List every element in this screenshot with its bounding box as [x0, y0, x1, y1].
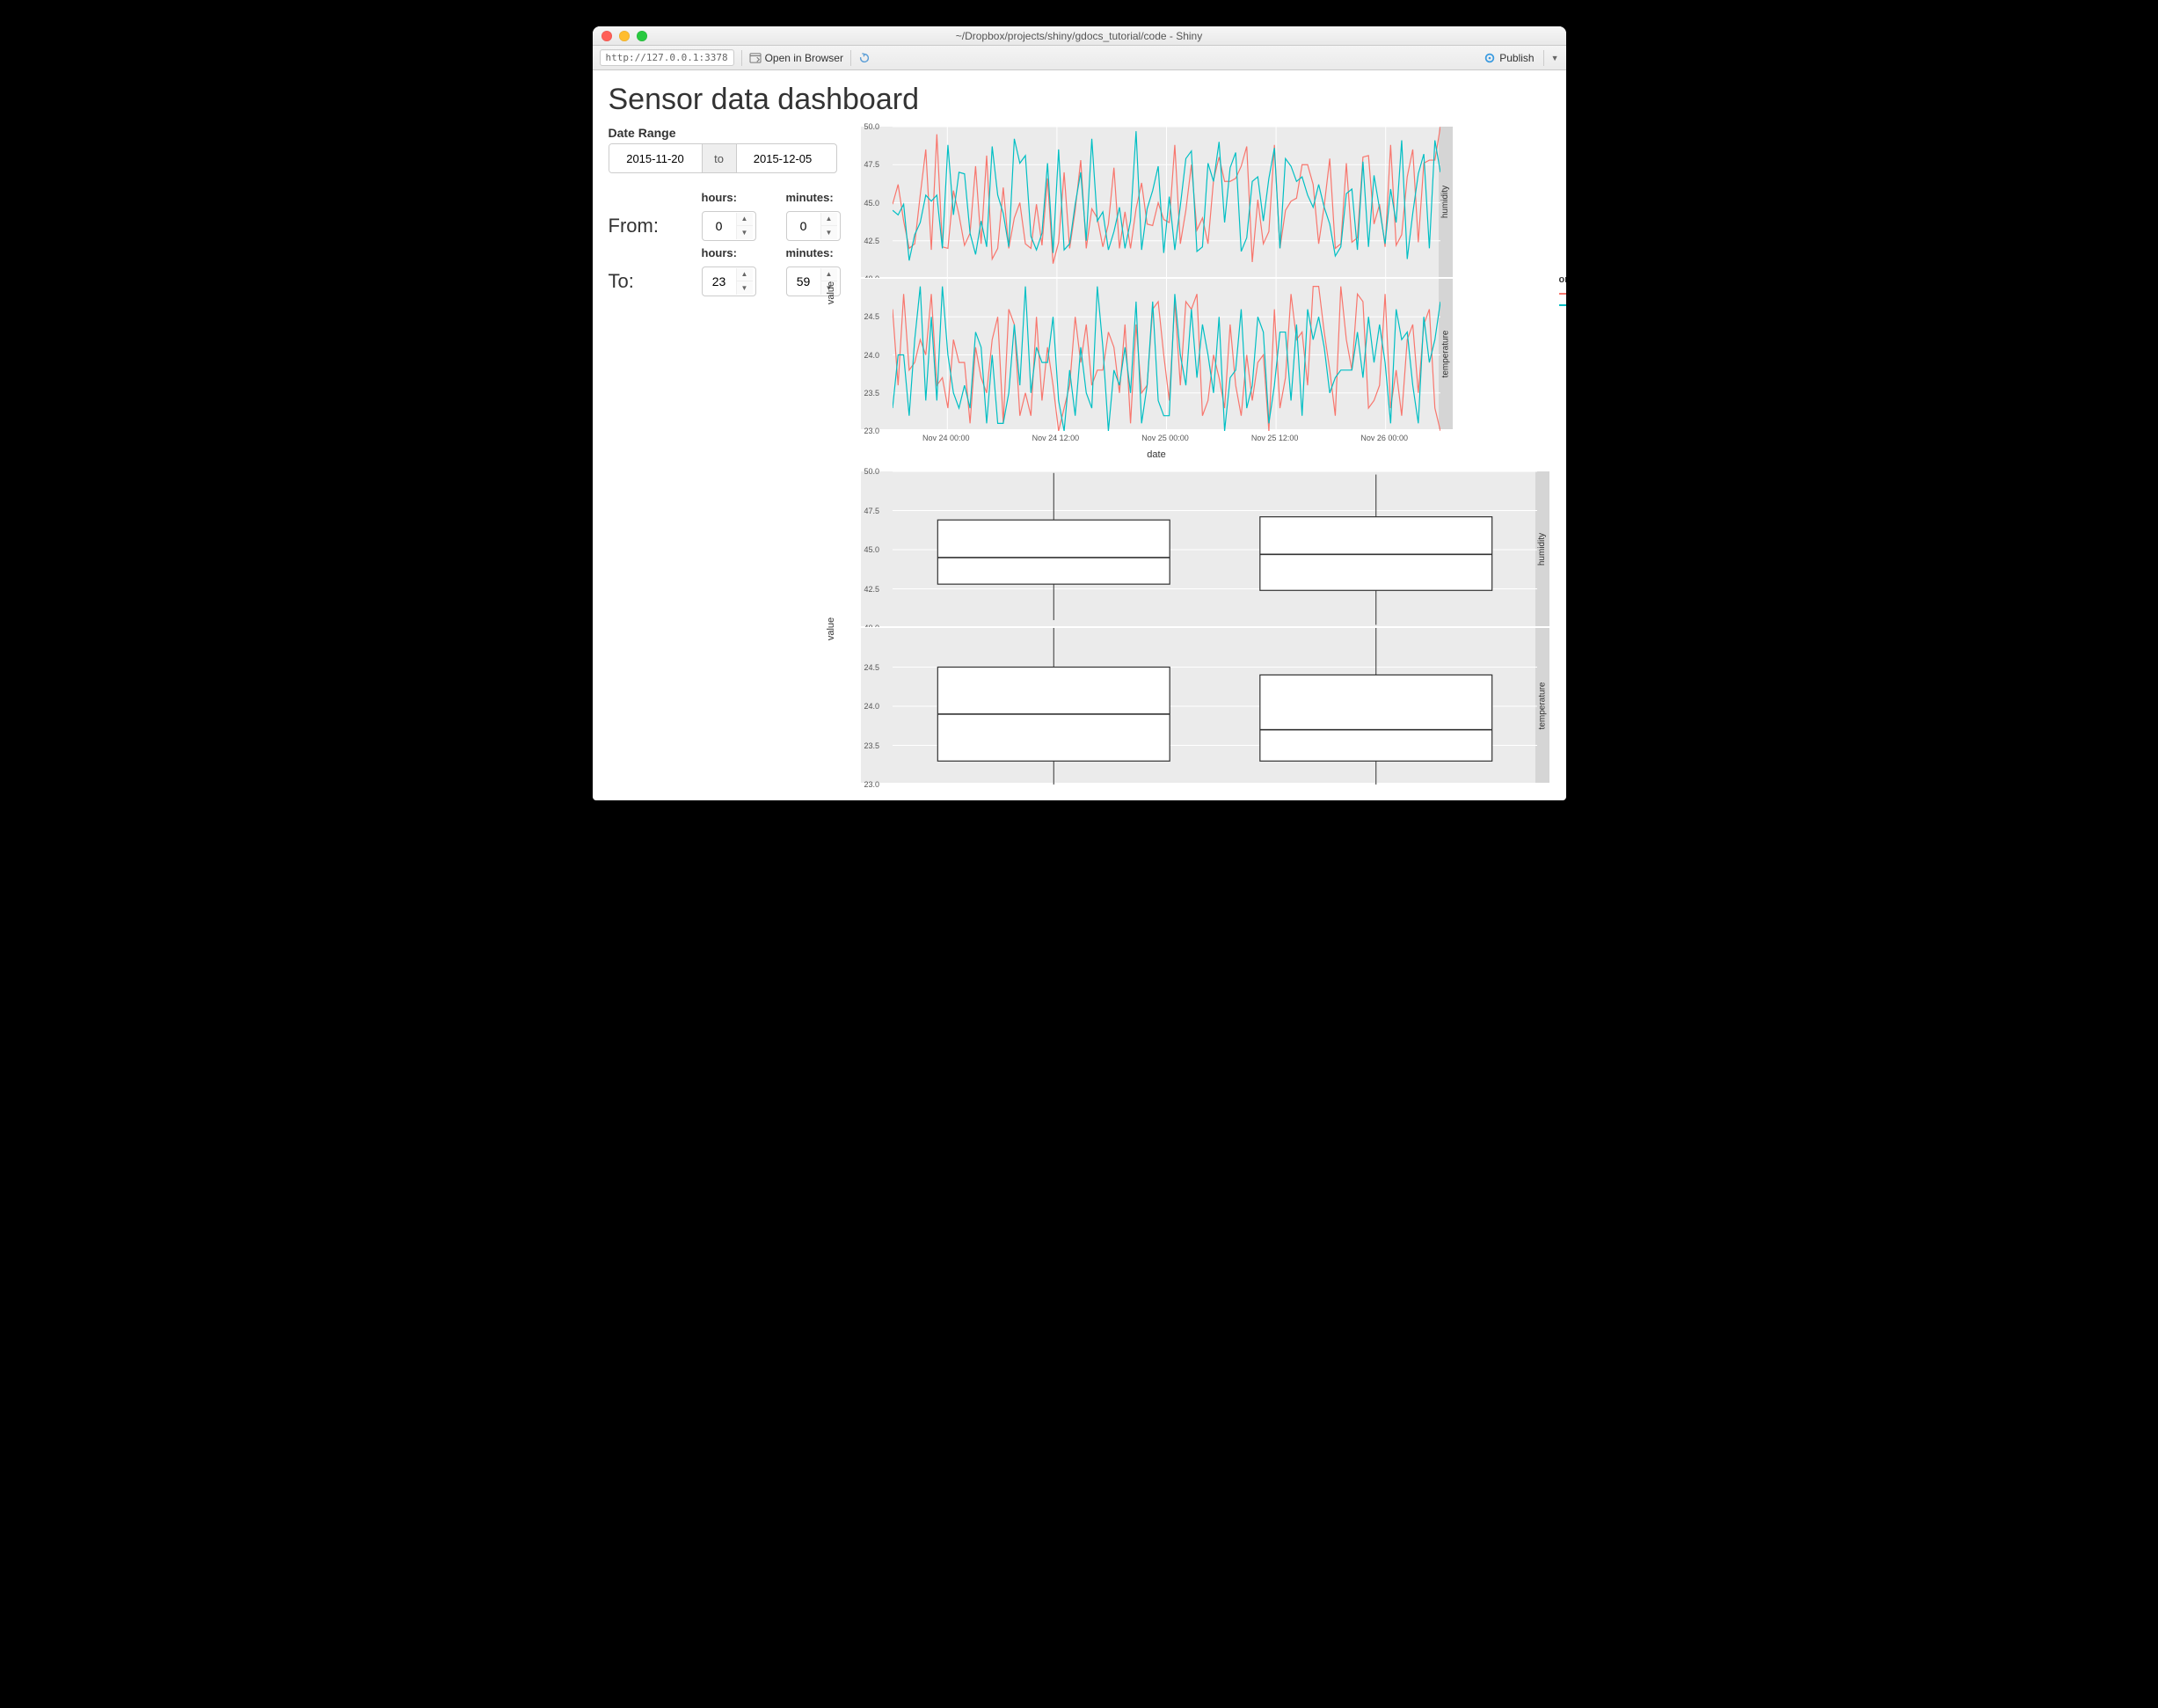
- box-panel-humidity: humidity40.042.545.047.550.0: [860, 471, 1550, 627]
- address-field[interactable]: http://127.0.0.1:3378: [600, 49, 734, 66]
- box-bedroom: [937, 520, 1170, 584]
- y-tick: 47.5: [861, 160, 880, 169]
- y-tick: 50.0: [861, 122, 880, 131]
- close-icon[interactable]: [601, 31, 612, 41]
- toolbar-separator: [1543, 50, 1544, 66]
- chart-panel-humidity: humidity40.042.545.047.550.0: [860, 126, 1454, 278]
- minutes-column-label: minutes:: [786, 191, 857, 206]
- from-minutes-field[interactable]: [787, 218, 820, 234]
- open-in-browser-button[interactable]: Open in Browser: [749, 52, 843, 64]
- publish-label: Publish: [1499, 52, 1534, 64]
- minutes-column-label: minutes:: [786, 246, 857, 261]
- to-hours-field[interactable]: [703, 274, 736, 289]
- chart-panel-temperature: temperature23.023.524.024.5: [860, 278, 1454, 430]
- line-chart: value humidity40.042.545.047.550.0temper…: [848, 126, 1550, 460]
- to-minutes-field[interactable]: [787, 274, 820, 289]
- legend-swatch: [1559, 304, 1566, 306]
- x-axis-label: date: [860, 449, 1454, 460]
- spin-up-icon[interactable]: ▲: [737, 268, 753, 281]
- page-content: Sensor data dashboard Date Range to hour…: [593, 70, 1566, 800]
- y-tick: 23.0: [861, 427, 880, 435]
- box-kitchen: [1259, 517, 1491, 591]
- box-kitchen: [1259, 675, 1491, 761]
- date-start-input[interactable]: [609, 144, 702, 172]
- from-minutes-input[interactable]: ▲▼: [786, 211, 841, 241]
- spin-up-icon[interactable]: ▲: [737, 213, 753, 226]
- reload-icon: [858, 52, 871, 64]
- x-tick: Nov 25 12:00: [1251, 434, 1299, 442]
- sidebar: Date Range to hours: minutes: From:: [609, 126, 837, 798]
- page-title: Sensor data dashboard: [609, 83, 1550, 117]
- window-title: ~/Dropbox/projects/shiny/gdocs_tutorial/…: [956, 30, 1202, 42]
- hours-column-label: hours:: [702, 246, 772, 261]
- x-axis-ticks: Nov 24 00:00 Nov 24 12:00 Nov 25 00:00 Nov …: [892, 434, 1440, 444]
- facet-strip: temperature: [1439, 279, 1453, 429]
- facet-strip: humidity: [1439, 127, 1453, 277]
- date-range-input: to: [609, 143, 837, 173]
- toolbar-separator: [741, 50, 742, 66]
- spin-down-icon[interactable]: ▼: [821, 226, 837, 239]
- date-range-label: Date Range: [609, 126, 837, 140]
- line-chart-panels: humidity40.042.545.047.550.0temperature2…: [860, 126, 1454, 430]
- reload-button[interactable]: [858, 52, 871, 64]
- box-chart-panels: humidity40.042.545.047.550.0temperature2…: [860, 471, 1550, 784]
- spin-down-icon[interactable]: ▼: [737, 226, 753, 239]
- toolbar: http://127.0.0.1:3378 Open in Browser Pu…: [593, 46, 1566, 70]
- x-tick: Nov 24 00:00: [922, 434, 970, 442]
- publish-button[interactable]: Publish ▼: [1484, 50, 1558, 66]
- hours-column-label: hours:: [702, 191, 772, 206]
- date-range-to: to: [702, 144, 737, 172]
- y-tick: 23.5: [861, 389, 880, 398]
- x-tick: Nov 26 00:00: [1360, 434, 1408, 442]
- y-tick: 42.5: [861, 237, 880, 245]
- chevron-down-icon[interactable]: ▼: [1551, 54, 1559, 62]
- box-panel-temperature: temperature23.023.524.024.5: [860, 627, 1550, 784]
- y-tick: 45.0: [861, 199, 880, 208]
- y-axis-label: value: [825, 617, 835, 640]
- open-in-browser-label: Open in Browser: [765, 52, 843, 64]
- app-window: ~/Dropbox/projects/shiny/gdocs_tutorial/…: [593, 26, 1566, 800]
- window-controls: [601, 31, 647, 41]
- x-tick: Nov 24 12:00: [1032, 434, 1080, 442]
- legend: origin bedroom kitchen: [1559, 274, 1566, 311]
- window-titlebar: ~/Dropbox/projects/shiny/gdocs_tutorial/…: [593, 26, 1566, 46]
- spin-up-icon[interactable]: ▲: [821, 268, 837, 281]
- legend-item: bedroom: [1559, 288, 1566, 298]
- spin-up-icon[interactable]: ▲: [821, 213, 837, 226]
- spin-down-icon[interactable]: ▼: [737, 281, 753, 295]
- zoom-icon[interactable]: [637, 31, 647, 41]
- publish-icon: [1484, 52, 1496, 64]
- from-row-label: From:: [609, 215, 688, 237]
- legend-title: origin: [1559, 274, 1566, 285]
- box-chart: value humidity40.042.545.047.550.0temper…: [848, 471, 1550, 787]
- y-tick: 24.5: [861, 312, 880, 321]
- y-tick: 24.0: [861, 351, 880, 360]
- y-axis-label: value: [825, 281, 835, 304]
- legend-swatch: [1559, 293, 1566, 295]
- toolbar-separator: [850, 50, 851, 66]
- minimize-icon[interactable]: [619, 31, 630, 41]
- to-hours-input[interactable]: ▲▼: [702, 266, 756, 296]
- to-row-label: To:: [609, 270, 688, 293]
- legend-item: kitchen: [1559, 300, 1566, 310]
- x-tick: Nov 25 00:00: [1141, 434, 1189, 442]
- main-area: value humidity40.042.545.047.550.0temper…: [848, 126, 1550, 798]
- from-hours-field[interactable]: [703, 218, 736, 234]
- date-end-input[interactable]: [737, 144, 829, 172]
- browser-window-icon: [749, 53, 762, 63]
- from-hours-input[interactable]: ▲▼: [702, 211, 756, 241]
